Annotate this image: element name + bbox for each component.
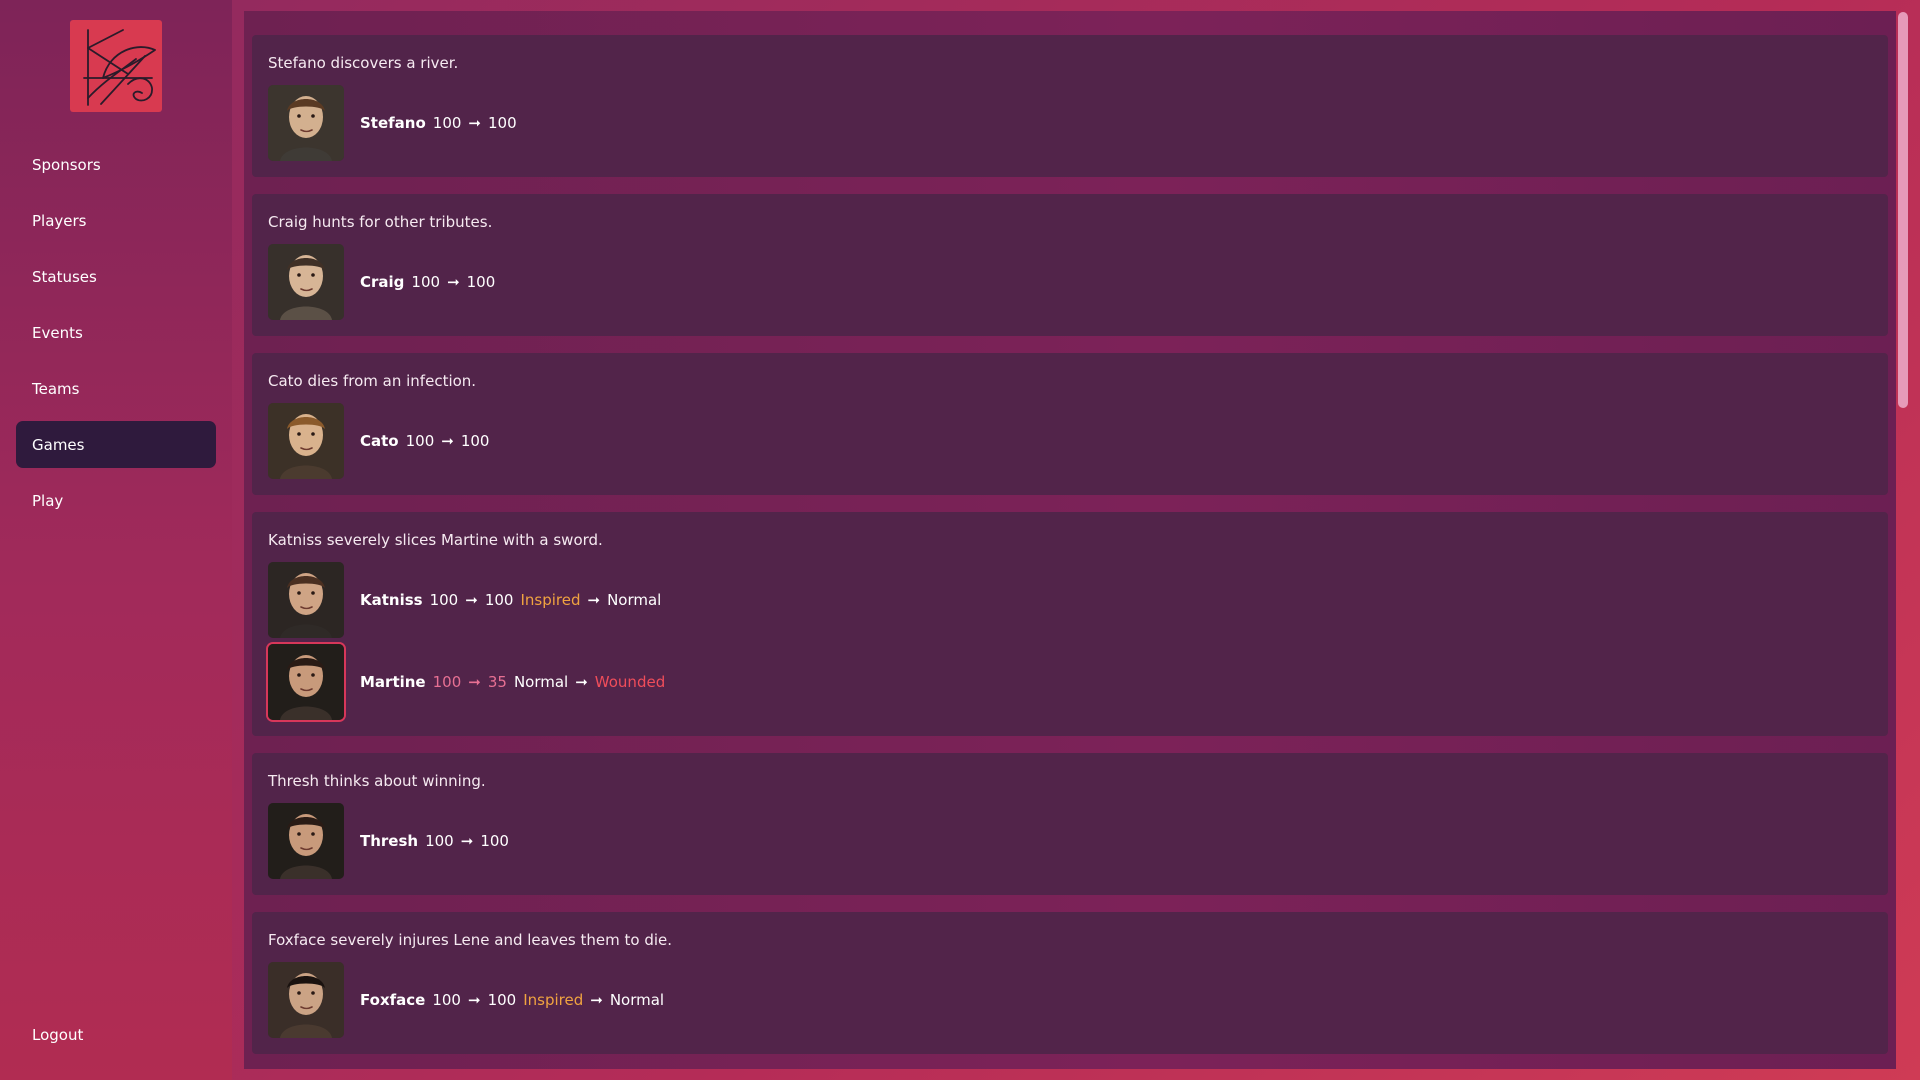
event-card: Katniss severely slices Martine with a s… bbox=[252, 512, 1888, 736]
hp-before: 100 bbox=[432, 991, 461, 1009]
participant-stats: Stefano 100 ➞ 100 bbox=[360, 114, 517, 132]
participant-name: Stefano bbox=[360, 114, 426, 132]
app: Sponsors Players Statuses Events Teams G… bbox=[0, 0, 1920, 1080]
participant-row: Foxface 100 ➞ 100 Inspired ➞ Normal bbox=[268, 962, 1872, 1038]
nav-item-play[interactable]: Play bbox=[16, 477, 216, 524]
right-arrow-icon: ➞ bbox=[465, 591, 478, 609]
hp-after: 100 bbox=[484, 591, 514, 609]
main-nav: Sponsors Players Statuses Events Teams G… bbox=[16, 141, 216, 533]
hp-before: 100 bbox=[432, 114, 462, 132]
participant-name: Cato bbox=[360, 432, 399, 450]
logout-button[interactable]: Logout bbox=[32, 1026, 83, 1044]
event-list: Stefano discovers a river. Stefano 100 ➞ 10… bbox=[252, 35, 1888, 1069]
event-card: Cato dies from an infection. Cato 100 ➞ 100 bbox=[252, 353, 1888, 495]
logo[interactable] bbox=[70, 20, 162, 112]
right-arrow-icon: ➞ bbox=[441, 432, 454, 450]
event-description: Craig hunts for other tributes. bbox=[268, 213, 493, 231]
participant-stats: Cato 100 ➞ 100 bbox=[360, 432, 489, 450]
nav-item-players[interactable]: Players bbox=[16, 197, 216, 244]
right-arrow-icon: ➞ bbox=[447, 273, 460, 291]
participant-stats: Thresh 100 ➞ 100 bbox=[360, 832, 509, 850]
nav-item-statuses[interactable]: Statuses bbox=[16, 253, 216, 300]
hp-before: 100 bbox=[411, 273, 441, 291]
nav-item-games[interactable]: Games bbox=[16, 421, 216, 468]
logo-glyph-icon bbox=[83, 29, 156, 106]
avatar bbox=[268, 803, 344, 879]
avatar bbox=[268, 244, 344, 320]
status-before: Inspired bbox=[520, 591, 581, 609]
hp-after: 35 bbox=[487, 673, 507, 691]
hp-after: 100 bbox=[480, 832, 509, 850]
status-before: Inspired bbox=[523, 991, 584, 1009]
event-description: Cato dies from an infection. bbox=[268, 372, 477, 390]
nav-item-teams[interactable]: Teams bbox=[16, 365, 216, 412]
right-arrow-icon: ➞ bbox=[467, 991, 481, 1009]
right-arrow-icon: ➞ bbox=[587, 591, 601, 609]
participant-stats: Craig 100 ➞ 100 bbox=[360, 273, 495, 291]
participant-name: Thresh bbox=[360, 832, 419, 850]
avatar bbox=[268, 644, 344, 720]
hp-after: 100 bbox=[466, 273, 496, 291]
hp-before: 100 bbox=[429, 591, 459, 609]
event-description: Foxface severely injures Lene and leaves… bbox=[268, 931, 673, 949]
participant-stats: Katniss 100 ➞ 100 Inspired ➞ Normal bbox=[360, 591, 661, 609]
nav-item-sponsors[interactable]: Sponsors bbox=[16, 141, 216, 188]
participant-row: Cato 100 ➞ 100 bbox=[268, 403, 1872, 479]
scrollbar-thumb[interactable] bbox=[1898, 12, 1908, 408]
nav-item-events[interactable]: Events bbox=[16, 309, 216, 356]
participant-stats: Foxface 100 ➞ 100 Inspired ➞ Normal bbox=[360, 991, 664, 1009]
hp-after: 100 bbox=[460, 432, 490, 450]
hp-after: 100 bbox=[488, 114, 517, 132]
participant-row: Martine 100 ➞ 35 Normal ➞ Wounded bbox=[268, 644, 1872, 720]
participant-row: Thresh 100 ➞ 100 bbox=[268, 803, 1872, 879]
hp-before: 100 bbox=[405, 432, 435, 450]
participant-row: Stefano 100 ➞ 100 bbox=[268, 85, 1872, 161]
avatar bbox=[268, 962, 344, 1038]
participant-name: Foxface bbox=[360, 991, 426, 1009]
participant-name: Katniss bbox=[360, 591, 423, 609]
participant-row: Katniss 100 ➞ 100 Inspired ➞ Normal bbox=[268, 562, 1872, 638]
participant-row: Craig 100 ➞ 100 bbox=[268, 244, 1872, 320]
sidebar: Sponsors Players Statuses Events Teams G… bbox=[0, 0, 232, 1080]
event-card: Craig hunts for other tributes. Craig 100… bbox=[252, 194, 1888, 336]
status-after: Normal bbox=[607, 591, 662, 609]
right-arrow-icon: ➞ bbox=[468, 114, 481, 132]
avatar bbox=[268, 562, 344, 638]
participant-stats: Martine 100 ➞ 35 Normal ➞ Wounded bbox=[360, 673, 665, 691]
avatar bbox=[268, 403, 344, 479]
status-before: Normal bbox=[513, 673, 569, 691]
status-after: Normal bbox=[609, 991, 665, 1009]
event-card: Foxface severely injures Lene and leaves… bbox=[252, 912, 1888, 1054]
right-arrow-icon: ➞ bbox=[590, 991, 603, 1009]
participant-name: Craig bbox=[360, 273, 405, 291]
game-event-log[interactable]: Stefano discovers a river. Stefano 100 ➞ 10… bbox=[244, 11, 1896, 1069]
participant-name: Martine bbox=[360, 673, 426, 691]
right-arrow-icon: ➞ bbox=[460, 832, 474, 850]
hp-before: 100 bbox=[432, 673, 462, 691]
right-arrow-icon: ➞ bbox=[468, 673, 481, 691]
event-description: Thresh thinks about winning. bbox=[268, 772, 486, 790]
hp-before: 100 bbox=[425, 832, 454, 850]
event-card: Stefano discovers a river. Stefano 100 ➞ 10… bbox=[252, 35, 1888, 177]
hp-after: 100 bbox=[487, 991, 517, 1009]
avatar bbox=[268, 85, 344, 161]
event-card: Thresh thinks about winning. Thresh 100 ➞ 1… bbox=[252, 753, 1888, 895]
event-description: Katniss severely slices Martine with a s… bbox=[268, 531, 603, 549]
status-after: Wounded bbox=[594, 673, 666, 691]
right-arrow-icon: ➞ bbox=[575, 673, 588, 691]
event-description: Stefano discovers a river. bbox=[268, 54, 459, 72]
